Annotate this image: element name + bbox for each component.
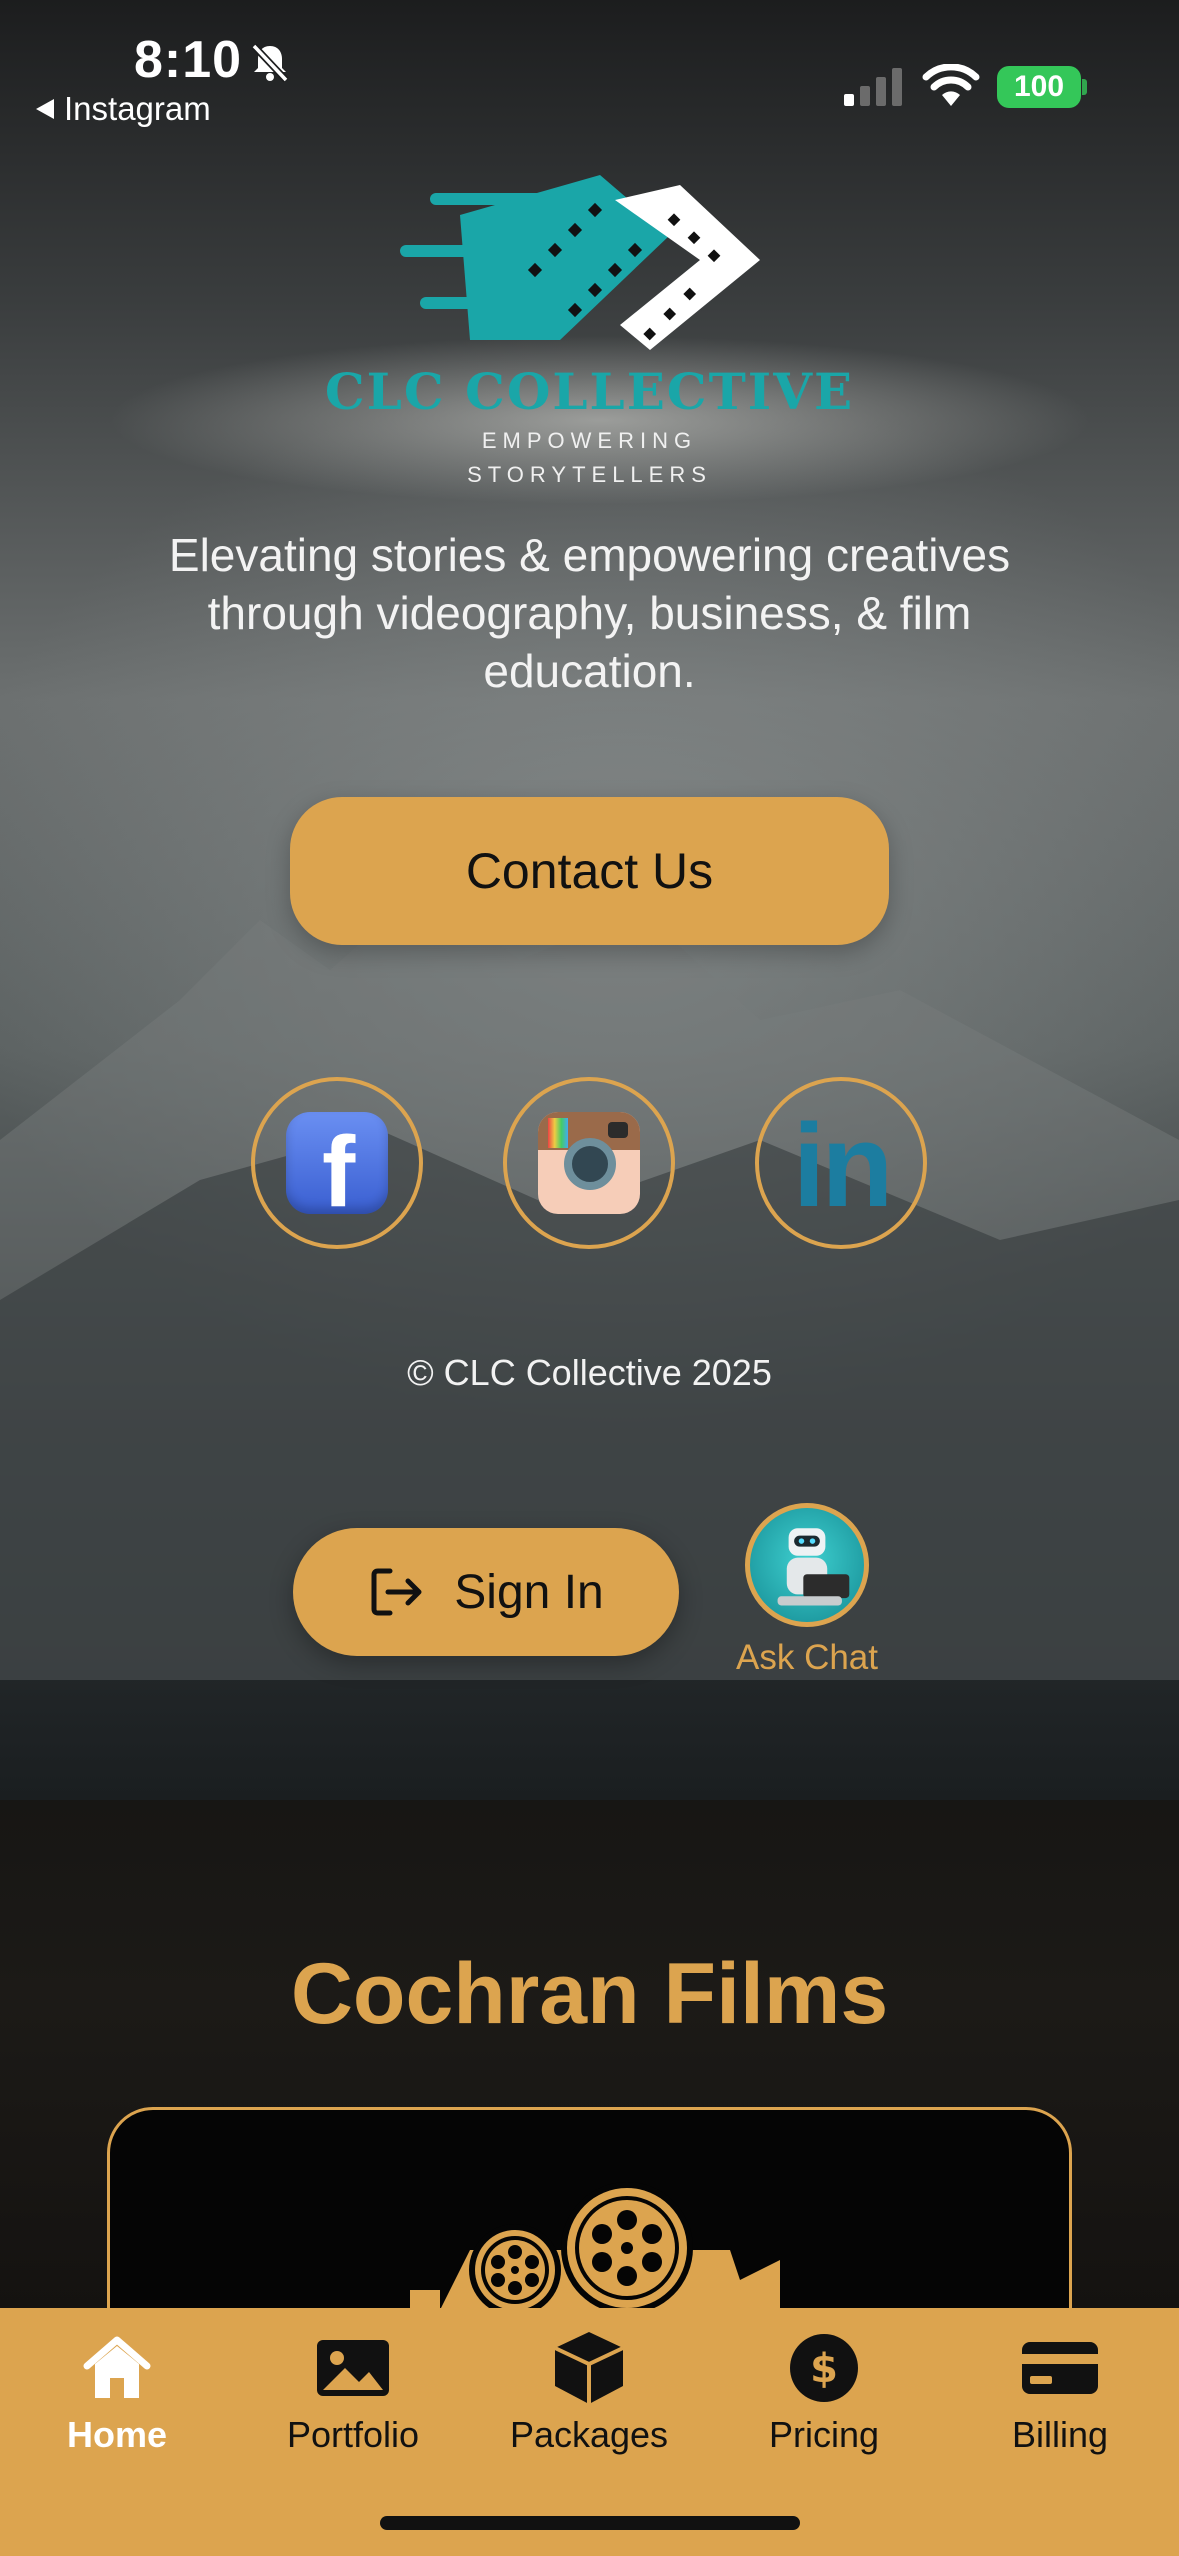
tab-billing[interactable]: Billing	[960, 2328, 1160, 2456]
bell-off-icon	[251, 43, 289, 83]
tab-packages-label: Packages	[509, 2414, 669, 2455]
ask-chat-label[interactable]: Ask Chat	[700, 1638, 914, 1678]
facebook-icon: f	[286, 1112, 388, 1222]
status-time: 8:10	[134, 31, 243, 89]
tab-pricing-label: Pricing	[768, 2414, 880, 2455]
facebook-link[interactable]: f	[251, 1077, 423, 1249]
tab-home-label: Home	[66, 2414, 168, 2455]
image-icon	[317, 2340, 389, 2396]
battery-indicator: 100	[997, 66, 1081, 108]
sign-in-icon	[371, 1568, 422, 1616]
copyright-text: © CLC Collective 2025	[407, 1352, 772, 1393]
hero-tagline: Elevating stories & empowering creatives…	[168, 529, 1011, 697]
film-reel-icon	[410, 2182, 780, 2316]
brand-tag-line1: EMPOWERING	[481, 428, 698, 453]
robot-avatar-icon	[777, 1528, 850, 1606]
tab-portfolio[interactable]: Portfolio	[253, 2328, 453, 2456]
svg-text:$: $	[810, 2346, 838, 2392]
back-app-label: Instagram	[64, 90, 211, 127]
brand-name: CLC COLLECTIVE	[324, 362, 855, 421]
back-arrow-icon	[36, 99, 54, 119]
tab-pricing[interactable]: $ Pricing	[724, 2328, 924, 2456]
sign-in-button[interactable]: Sign In	[293, 1528, 679, 1656]
tab-portfolio-label: Portfolio	[286, 2414, 420, 2455]
box-icon	[554, 2332, 624, 2404]
cellular-signal-icon	[844, 68, 902, 106]
tab-billing-label: Billing	[1011, 2414, 1109, 2455]
section-title: Cochran Films	[290, 1946, 889, 2042]
clc-logo-icon	[400, 175, 760, 350]
home-icon	[83, 2336, 151, 2398]
tab-home[interactable]: Home	[17, 2328, 217, 2456]
home-indicator[interactable]	[380, 2516, 800, 2530]
brand-tag-line2: STORYTELLERS	[467, 462, 712, 487]
credit-card-icon	[1022, 2342, 1098, 2394]
instagram-icon	[538, 1112, 640, 1214]
dollar-icon: $	[790, 2334, 858, 2402]
linkedin-link[interactable]: in	[755, 1077, 927, 1249]
linkedin-icon: in	[792, 1100, 894, 1232]
sign-in-label: Sign In	[454, 1565, 604, 1619]
wifi-icon	[922, 64, 980, 106]
contact-us-button[interactable]: Contact Us	[290, 797, 889, 945]
brand-tagline: EMPOWERING STORYTELLERS	[420, 424, 759, 492]
ask-chat-button[interactable]	[745, 1503, 869, 1627]
tab-packages[interactable]: Packages	[489, 2328, 689, 2456]
battery-tip	[1082, 79, 1087, 95]
instagram-link[interactable]	[503, 1077, 675, 1249]
back-to-instagram-link[interactable]: Instagram	[36, 90, 211, 128]
